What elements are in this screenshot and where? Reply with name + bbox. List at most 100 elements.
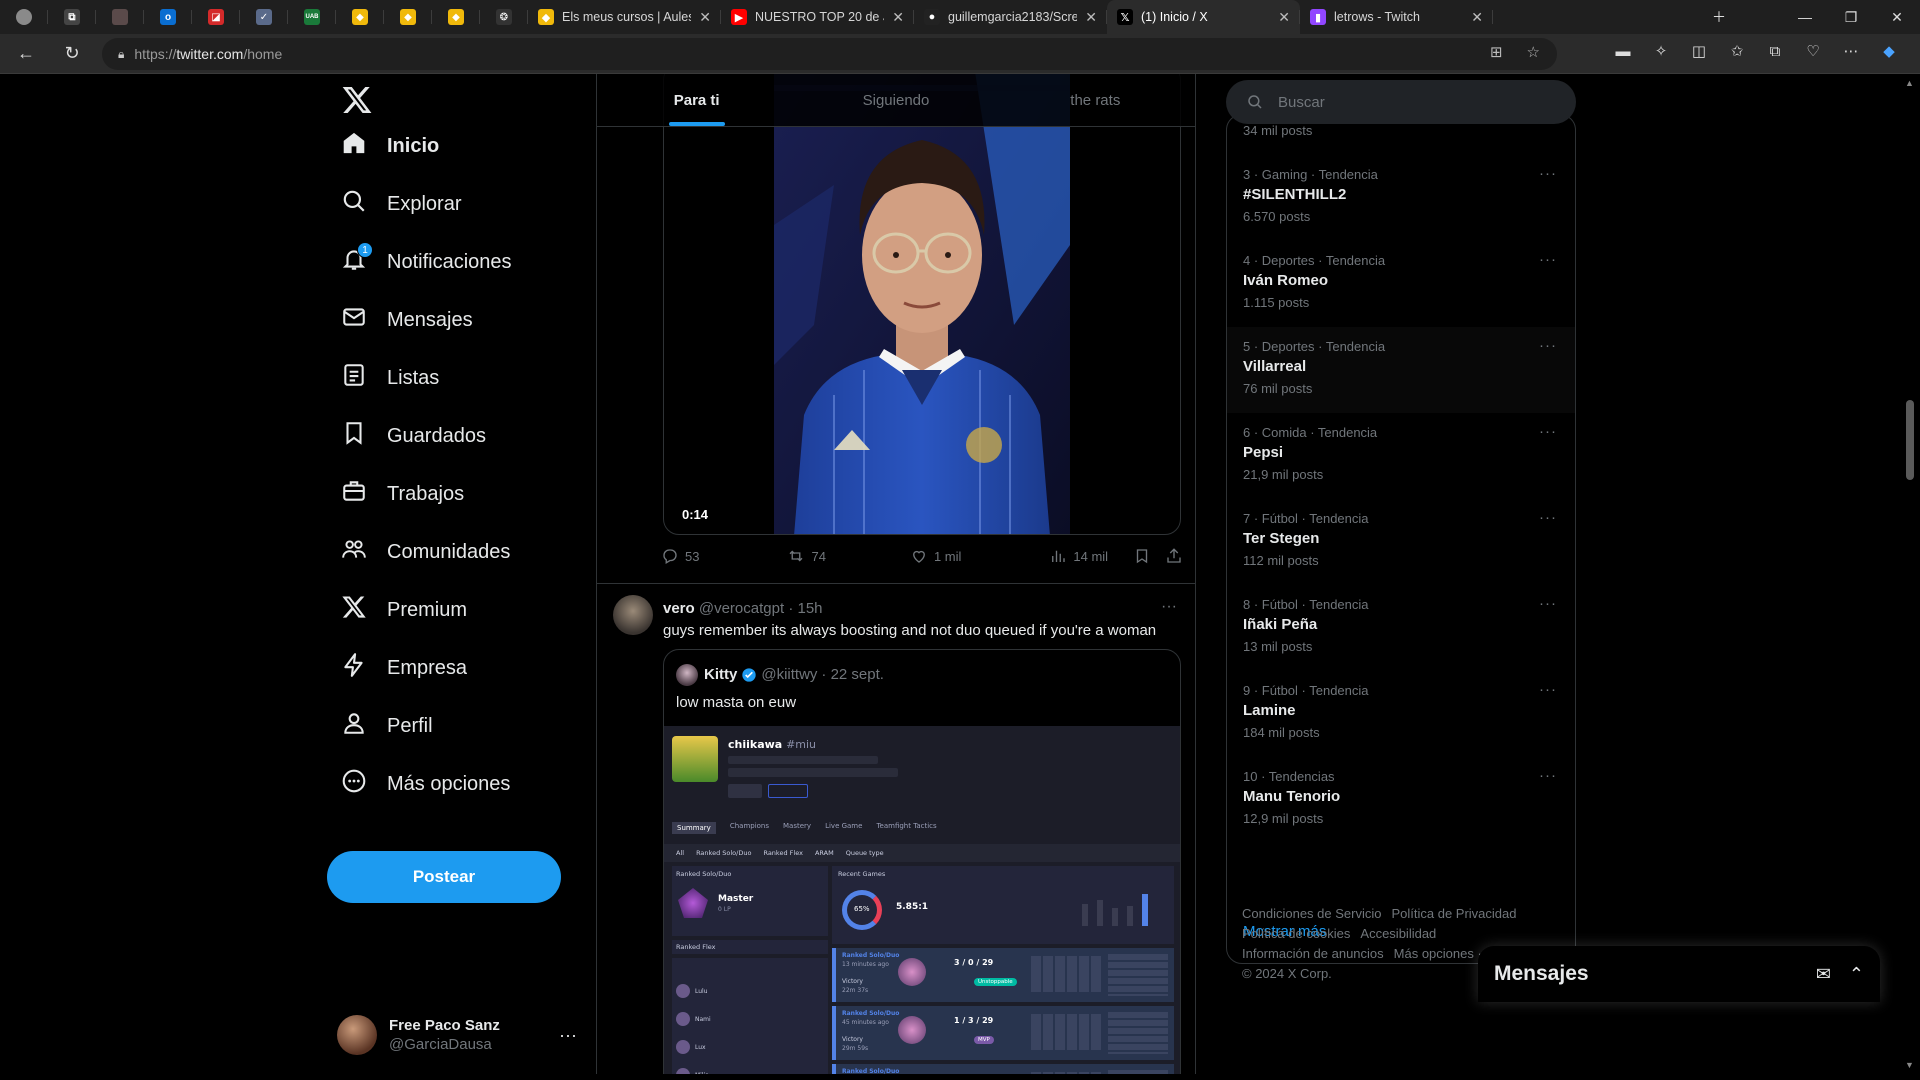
footer-link[interactable]: Política de cookies [1242, 926, 1350, 941]
views-button[interactable]: 14 mil [1049, 547, 1108, 565]
trend-item[interactable]: 8 · Fútbol · Tendencia Iñaki Peña 13 mil p… [1227, 585, 1575, 671]
close-tab-icon[interactable]: ✕ [1085, 9, 1097, 26]
browser-tab[interactable]: ◆ Els meus cursos | Aules de la UAB ✕ [528, 0, 721, 34]
search-input[interactable]: Buscar [1278, 94, 1325, 111]
account-switcher[interactable]: Free Paco Sanz @GarciaDausa ··· [337, 1007, 577, 1063]
author-name[interactable]: vero [663, 600, 695, 617]
nav-item-explorar[interactable]: Explorar [341, 188, 461, 220]
url-field[interactable]: 🔒︎ https://twitter.com/home [102, 38, 1557, 70]
more-icon[interactable]: ··· [1539, 423, 1557, 440]
pinned-tab[interactable]: ✓ [240, 0, 288, 34]
copilot-icon[interactable]: ◆ [1878, 40, 1900, 62]
favorite-star-icon[interactable]: ☆ [1527, 43, 1540, 61]
more-icon[interactable]: ··· [559, 1025, 577, 1046]
nav-item-mensajes[interactable]: Mensajes [341, 304, 473, 336]
scroll-down-icon[interactable]: ▼ [1905, 1060, 1914, 1070]
pinned-tab[interactable]: ❂ [480, 0, 528, 34]
page-scrollbar[interactable]: ▲ ▼ [1900, 74, 1920, 1074]
pinned-tab[interactable]: UAB [288, 0, 336, 34]
close-tab-icon[interactable]: ✕ [1471, 9, 1483, 26]
nav-item-guardados[interactable]: Guardados [341, 420, 486, 452]
pinned-tab[interactable]: ⧉ [48, 0, 96, 34]
collections-icon[interactable]: ⧉ [1764, 40, 1786, 62]
new-tab-button[interactable]: ＋ [1696, 0, 1742, 34]
trend-item[interactable]: 4 · Deportes · Tendencia Iván Romeo 1.115 … [1227, 241, 1575, 327]
more-icon[interactable]: ··· [1539, 251, 1557, 268]
pinned-tab[interactable]: ◪ [192, 0, 240, 34]
messages-drawer[interactable]: Mensajes ✉ ⌃ [1478, 946, 1880, 1002]
nav-item-premium[interactable]: Premium [341, 594, 467, 626]
nav-item-inicio[interactable]: Inicio [341, 130, 439, 162]
reload-button[interactable]: ↻ [54, 36, 90, 72]
search-box[interactable]: Buscar [1226, 80, 1576, 124]
nav-item-trabajos[interactable]: Trabajos [341, 478, 464, 510]
more-icon[interactable]: ··· [1161, 598, 1177, 616]
repost-button[interactable]: 74 [787, 547, 826, 565]
trend-item[interactable]: 7 · Fútbol · Tendencia Ter Stegen 112 mil … [1227, 499, 1575, 585]
pinned-tab[interactable]: ◆ [336, 0, 384, 34]
nav-item-perfil[interactable]: Perfil [341, 710, 433, 742]
reply-button[interactable]: 53 [661, 547, 699, 565]
footer-link[interactable]: Política de Privacidad [1391, 906, 1516, 921]
more-icon[interactable]: ··· [1539, 337, 1557, 354]
scroll-up-icon[interactable]: ▲ [1905, 78, 1914, 88]
split-screen-icon[interactable]: ◫ [1688, 40, 1710, 62]
footer-link[interactable]: Condiciones de Servicio [1242, 906, 1381, 921]
trend-item[interactable]: 6 · Comida · Tendencia Pepsi 21,9 mil post… [1227, 413, 1575, 499]
favorites-icon[interactable]: ✩ [1726, 40, 1748, 62]
nav-item-empresa[interactable]: Empresa [341, 652, 467, 684]
more-icon[interactable]: ··· [1539, 595, 1557, 612]
nav-item-mas-opciones[interactable]: Más opciones [341, 768, 510, 800]
trend-item[interactable]: 5 · Deportes · Tendencia Villarreal 76 mil… [1227, 327, 1575, 413]
share-button[interactable] [1165, 547, 1183, 565]
close-window-button[interactable]: ✕ [1874, 0, 1920, 34]
back-button[interactable]: ← [8, 36, 44, 72]
minimize-button[interactable]: — [1782, 0, 1828, 34]
expand-drawer-icon[interactable]: ⌃ [1849, 964, 1864, 985]
quoted-tweet[interactable]: Kitty @kiittwy · 22 sept. low masta on e… [663, 649, 1181, 1074]
tab-following[interactable]: Siguiendo [796, 74, 995, 126]
pinned-tab[interactable]: o [144, 0, 192, 34]
trend-item[interactable]: 3 · Gaming · Tendencia #SILENTHILL2 6.570 … [1227, 155, 1575, 241]
browser-tab[interactable]: ● guillemgarcia2183/Screen-Recor ✕ [914, 0, 1107, 34]
app-available-icon[interactable]: ⊞ [1490, 43, 1503, 61]
more-icon[interactable]: ··· [1539, 681, 1557, 698]
more-icon[interactable]: ··· [1539, 165, 1557, 182]
footer-link[interactable]: Más opciones ··· [1394, 946, 1491, 961]
pinned-tab[interactable] [96, 0, 144, 34]
pinned-tab[interactable]: ◆ [384, 0, 432, 34]
pinned-tab[interactable]: ◆ [432, 0, 480, 34]
nav-item-listas[interactable]: Listas [341, 362, 439, 394]
close-tab-icon[interactable]: ✕ [1278, 9, 1290, 26]
browser-tab[interactable]: ▮ letrows - Twitch ✕ [1300, 0, 1493, 34]
author-handle[interactable]: @verocatgpt [699, 600, 784, 617]
quote-image-lol-profile[interactable]: chiikawa #miu Summary Champions Mastery Liv… [664, 726, 1180, 1074]
avatar[interactable] [613, 595, 653, 635]
more-icon[interactable]: ··· [1539, 767, 1557, 784]
like-button[interactable]: 1 mil [910, 547, 961, 565]
trend-item[interactable]: 10 · Tendencias Manu Tenorio 12,9 mil post… [1227, 757, 1575, 843]
browser-essentials-icon[interactable]: ♡ [1802, 40, 1824, 62]
scrollbar-thumb[interactable] [1906, 400, 1914, 480]
nav-item-comunidades[interactable]: Comunidades [341, 536, 510, 568]
tweet-time[interactable]: · 15h [788, 600, 822, 617]
x-logo-icon[interactable] [341, 84, 373, 116]
pinned-tab[interactable] [0, 0, 48, 34]
footer-link[interactable]: Información de anuncios [1242, 946, 1384, 961]
trend-item[interactable]: 9 · Fútbol · Tendencia Lamine 184 mil post… [1227, 671, 1575, 757]
bookmark-button[interactable] [1133, 547, 1151, 565]
nav-item-notificaciones[interactable]: 1 Notificaciones [341, 242, 512, 278]
settings-more-icon[interactable]: ⋯ [1840, 40, 1862, 62]
browser-tab[interactable]: ▶ NUESTRO TOP 20 de JUGADORES ✕ [721, 0, 914, 34]
more-icon[interactable]: ··· [1539, 509, 1557, 526]
browser-tab[interactable]: 𝕏 (1) Inicio / X ✕ [1107, 0, 1300, 34]
flag-extension-icon[interactable]: ▬ [1612, 40, 1634, 62]
new-message-icon[interactable]: ✉ [1816, 964, 1831, 985]
tab-for-you[interactable]: Para ti [597, 74, 796, 126]
footer-link[interactable]: Accesibilidad [1360, 926, 1436, 941]
close-tab-icon[interactable]: ✕ [699, 9, 711, 26]
close-tab-icon[interactable]: ✕ [892, 9, 904, 26]
restore-button[interactable]: ❐ [1828, 0, 1874, 34]
extensions-icon[interactable]: ✧ [1650, 40, 1672, 62]
video-player[interactable]: 0:14 [663, 74, 1181, 535]
